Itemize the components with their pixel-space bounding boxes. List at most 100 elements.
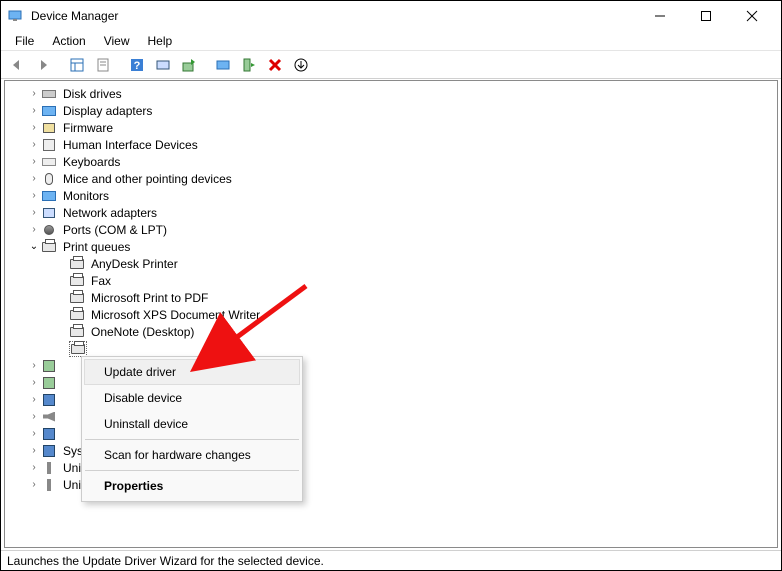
tree-item-printer-anydesk[interactable]: AnyDesk Printer: [13, 255, 777, 272]
network-icon: [41, 205, 57, 221]
chevron-right-icon[interactable]: ›: [27, 190, 41, 201]
tree-item-label: Microsoft XPS Document Writer: [89, 308, 260, 322]
tree-item-printer-selected[interactable]: [13, 340, 777, 357]
tree-item-label: AnyDesk Printer: [89, 257, 178, 271]
tree-item-label: Firmware: [61, 121, 113, 135]
chevron-down-icon[interactable]: ⌄: [27, 241, 41, 252]
tree-item-printer-xps[interactable]: Microsoft XPS Document Writer: [13, 306, 777, 323]
chevron-right-icon[interactable]: ›: [27, 428, 41, 439]
app-icon: [7, 8, 23, 24]
chevron-right-icon[interactable]: ›: [27, 156, 41, 167]
menubar: File Action View Help: [1, 31, 781, 51]
menu-file[interactable]: File: [7, 32, 42, 50]
tree-item-printer-pdf[interactable]: Microsoft Print to PDF: [13, 289, 777, 306]
system-icon: [41, 426, 57, 442]
chevron-right-icon[interactable]: ›: [27, 224, 41, 235]
disable-button[interactable]: [237, 54, 261, 76]
tree-item-label: Print queues: [61, 240, 130, 254]
chevron-right-icon[interactable]: ›: [27, 394, 41, 405]
context-update-driver[interactable]: Update driver: [84, 359, 300, 385]
scan-button[interactable]: [151, 54, 175, 76]
menu-help[interactable]: Help: [140, 32, 181, 50]
show-hide-tree-button[interactable]: [65, 54, 89, 76]
tree-item-label: Human Interface Devices: [61, 138, 198, 152]
printer-icon: [69, 341, 87, 357]
properties-button[interactable]: [91, 54, 115, 76]
statusbar: Launches the Update Driver Wizard for th…: [1, 550, 781, 570]
context-disable-device[interactable]: Disable device: [84, 385, 300, 411]
down-button[interactable]: [289, 54, 313, 76]
chevron-right-icon[interactable]: ›: [27, 462, 41, 473]
tree-item-label: Ports (COM & LPT): [61, 223, 167, 237]
chevron-right-icon[interactable]: ›: [27, 88, 41, 99]
menu-view[interactable]: View: [96, 32, 138, 50]
toolbar-sep: [203, 54, 209, 76]
tree-item-label: Keyboards: [61, 155, 120, 169]
context-properties[interactable]: Properties: [84, 473, 300, 499]
port-icon: [41, 222, 57, 238]
tree-item-printer-onenote[interactable]: OneNote (Desktop): [13, 323, 777, 340]
sound-icon: [41, 409, 57, 425]
chevron-right-icon[interactable]: ›: [27, 207, 41, 218]
uninstall-button[interactable]: [211, 54, 235, 76]
update-driver-button[interactable]: [177, 54, 201, 76]
chevron-right-icon[interactable]: ›: [27, 411, 41, 422]
firmware-icon: [41, 120, 57, 136]
maximize-button[interactable]: [683, 1, 729, 31]
toolbar: ?: [1, 51, 781, 79]
tree-item-keyboards[interactable]: › Keyboards: [13, 153, 777, 170]
chevron-right-icon[interactable]: ›: [27, 139, 41, 150]
close-button[interactable]: [729, 1, 775, 31]
chevron-right-icon[interactable]: ›: [27, 122, 41, 133]
back-button[interactable]: [5, 54, 29, 76]
printer-icon: [69, 273, 85, 289]
tree-item-monitors[interactable]: › Monitors: [13, 187, 777, 204]
context-scan-hardware[interactable]: Scan for hardware changes: [84, 442, 300, 468]
tree-item-display-adapters[interactable]: › Display adapters: [13, 102, 777, 119]
forward-button[interactable]: [31, 54, 55, 76]
tree-item-mice[interactable]: › Mice and other pointing devices: [13, 170, 777, 187]
tree-item-network[interactable]: › Network adapters: [13, 204, 777, 221]
printer-icon: [69, 324, 85, 340]
keyboard-icon: [41, 154, 57, 170]
help-button[interactable]: ?: [125, 54, 149, 76]
mouse-icon: [41, 171, 57, 187]
context-sep: [85, 470, 299, 471]
tree-item-print-queues[interactable]: ⌄ Print queues: [13, 238, 777, 255]
tree-item-label: Fax: [89, 274, 111, 288]
status-text: Launches the Update Driver Wizard for th…: [7, 554, 324, 568]
chevron-right-icon[interactable]: ›: [27, 479, 41, 490]
window-title: Device Manager: [31, 9, 118, 23]
chevron-right-icon[interactable]: ›: [27, 360, 41, 371]
context-uninstall-device[interactable]: Uninstall device: [84, 411, 300, 437]
monitor-icon: [41, 103, 57, 119]
toolbar-sep: [57, 54, 63, 76]
tree-item-label: Display adapters: [61, 104, 152, 118]
tree-item-label: Microsoft Print to PDF: [89, 291, 208, 305]
usb-icon: [41, 460, 57, 476]
tree-item-ports[interactable]: › Ports (COM & LPT): [13, 221, 777, 238]
tree-item-disk-drives[interactable]: › Disk drives: [13, 85, 777, 102]
svg-text:?: ?: [134, 60, 141, 72]
tree-item-firmware[interactable]: › Firmware: [13, 119, 777, 136]
system-icon: [41, 392, 57, 408]
chevron-right-icon[interactable]: ›: [27, 105, 41, 116]
printer-icon: [69, 256, 85, 272]
chevron-right-icon[interactable]: ›: [27, 377, 41, 388]
titlebar: Device Manager: [1, 1, 781, 31]
printer-icon: [69, 307, 85, 323]
tree-item-label: Network adapters: [61, 206, 157, 220]
chevron-right-icon[interactable]: ›: [27, 445, 41, 456]
chevron-right-icon[interactable]: ›: [27, 173, 41, 184]
system-icon: [41, 443, 57, 459]
menu-action[interactable]: Action: [44, 32, 93, 50]
tree-item-label: Mice and other pointing devices: [61, 172, 232, 186]
toolbar-sep: [117, 54, 123, 76]
tree-item-label: Monitors: [61, 189, 109, 203]
tree-item-hid[interactable]: › Human Interface Devices: [13, 136, 777, 153]
tree-item-printer-fax[interactable]: Fax: [13, 272, 777, 289]
context-menu: Update driver Disable device Uninstall d…: [81, 356, 303, 502]
minimize-button[interactable]: [637, 1, 683, 31]
monitor-icon: [41, 188, 57, 204]
remove-button[interactable]: [263, 54, 287, 76]
